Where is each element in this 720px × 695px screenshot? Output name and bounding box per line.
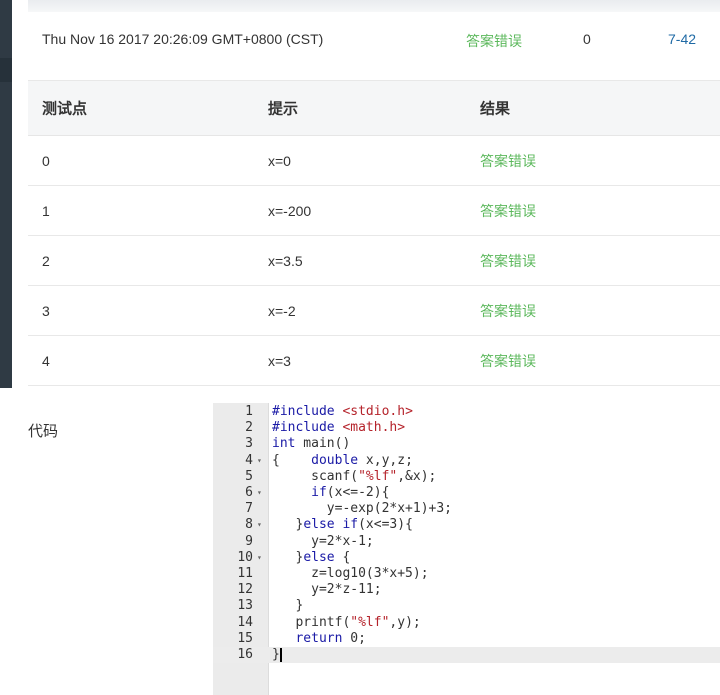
table-row: 4 x=3 答案错误 — [28, 336, 720, 386]
fold-toggle-icon[interactable]: ▾ — [257, 517, 262, 533]
code-text: }else { — [272, 549, 351, 565]
testcase-id: 2 — [42, 252, 50, 269]
code-line[interactable]: 6 ▾ if(x<=-2){ — [213, 485, 720, 501]
testcase-result: 答案错误 — [480, 352, 536, 369]
line-number: 12 — [237, 582, 253, 598]
header-testcase: 测试点 — [42, 100, 88, 118]
code-line[interactable]: 13 } — [213, 598, 720, 614]
code-line[interactable]: 10 ▾ }else { — [213, 550, 720, 566]
code-label: 代码 — [28, 423, 59, 440]
submission-score: 0 — [583, 31, 591, 47]
code-text: if(x<=-2){ — [311, 485, 390, 500]
code-text: return 0; — [295, 630, 366, 646]
submission-row: Thu Nov 16 2017 20:26:09 GMT+0800 (CST) … — [28, 12, 720, 81]
fold-toggle-icon[interactable]: ▾ — [257, 485, 262, 501]
fold-toggle-icon[interactable]: ▾ — [257, 550, 262, 566]
code-line[interactable]: 16} — [213, 647, 720, 663]
line-number: 14 — [237, 614, 253, 630]
testcase-hint: x=3.5 — [268, 252, 303, 269]
code-text: #include <math.h> — [272, 420, 406, 436]
line-number: 1 — [245, 404, 253, 419]
table-row: 2 x=3.5 答案错误 — [28, 236, 720, 286]
code-line[interactable]: 9 y=2*x-1; — [213, 534, 720, 550]
code-text: }else if(x<=3){ — [272, 517, 413, 533]
table-row: 3 x=-2 答案错误 — [28, 286, 720, 336]
line-number: 2 — [245, 420, 253, 436]
code-line[interactable]: 14 printf("%lf",y); — [213, 615, 720, 631]
code-text: z=log10(3*x+5); — [272, 566, 429, 581]
code-line[interactable]: 2 #include <math.h> — [213, 420, 720, 436]
line-number: 6 — [245, 485, 253, 500]
testcase-result: 答案错误 — [480, 152, 536, 169]
testcase-id: 1 — [42, 202, 50, 219]
testcase-hint: x=0 — [268, 152, 291, 169]
text-cursor — [279, 647, 282, 662]
code-line[interactable]: 4 ▾ { double x,y,z; — [213, 453, 720, 469]
testcase-result: 答案错误 — [480, 302, 536, 319]
code-text: { double x,y,z; — [272, 452, 413, 468]
code-text: y=2*x-1; — [272, 533, 374, 549]
code-line[interactable]: 8 ▾ }else if(x<=3){ — [213, 517, 720, 533]
testcase-result: 答案错误 — [480, 202, 536, 219]
testcase-id: 3 — [42, 302, 50, 319]
testcase-hint: x=-2 — [268, 302, 296, 319]
header-shadow — [28, 0, 720, 12]
code-line[interactable]: 5 scanf("%lf",&x); — [213, 469, 720, 485]
line-number: 7 — [245, 501, 253, 517]
line-number: 5 — [245, 468, 253, 484]
line-number: 3 — [245, 436, 253, 452]
code-text: int main() — [272, 436, 351, 452]
line-number: 11 — [237, 566, 253, 581]
testcase-hint: x=3 — [268, 352, 291, 369]
code-line[interactable]: 12 y=2*z-11; — [213, 582, 720, 598]
submission-time: Thu Nov 16 2017 20:26:09 GMT+0800 (CST) — [42, 31, 324, 47]
code-text: y=2*z-11; — [272, 582, 382, 598]
code-text: #include <stdio.h> — [272, 404, 413, 419]
line-number: 16 — [237, 647, 253, 662]
fold-toggle-icon[interactable]: ▾ — [257, 453, 262, 469]
testcase-id: 4 — [42, 352, 50, 369]
line-number: 13 — [237, 598, 253, 614]
testcase-id: 0 — [42, 152, 50, 169]
line-number: 10 — [237, 549, 253, 565]
sidebar-edge — [0, 0, 12, 388]
code-line[interactable]: 1 #include <stdio.h> — [213, 404, 720, 420]
testcase-table: 测试点 提示 结果 0 x=0 答案错误 1 x=-200 答案错误 2 x=3… — [28, 81, 720, 386]
code-line[interactable]: 7 y=-exp(2*x+1)+3; — [213, 501, 720, 517]
line-number: 9 — [245, 533, 253, 549]
testcase-hint: x=-200 — [268, 202, 312, 219]
line-number: 8 — [245, 517, 253, 533]
testcase-result: 答案错误 — [480, 252, 536, 269]
line-number: 4 — [245, 452, 253, 468]
table-row: 1 x=-200 答案错误 — [28, 186, 720, 236]
table-header: 测试点 提示 结果 — [28, 81, 720, 136]
header-hint: 提示 — [268, 100, 299, 118]
submission-status: 答案错误 — [466, 33, 522, 49]
header-result: 结果 — [480, 100, 511, 118]
code-text: } — [272, 647, 282, 662]
code-line[interactable]: 11 z=log10(3*x+5); — [213, 566, 720, 582]
code-text: printf("%lf",y); — [272, 614, 421, 630]
code-text: } — [272, 598, 304, 614]
code-line[interactable]: 3 int main() — [213, 436, 720, 452]
problem-link[interactable]: 7-42 — [668, 31, 696, 47]
table-row: 0 x=0 答案错误 — [28, 136, 720, 186]
code-line[interactable]: 15 return 0; — [213, 631, 720, 647]
code-text: scanf("%lf",&x); — [272, 468, 437, 484]
sidebar-notch — [0, 58, 12, 82]
line-number: 15 — [237, 630, 253, 646]
code-text: y=-exp(2*x+1)+3; — [272, 501, 453, 517]
code-editor[interactable]: 1 #include <stdio.h> 2 #include <math.h> 3 in… — [213, 403, 720, 695]
